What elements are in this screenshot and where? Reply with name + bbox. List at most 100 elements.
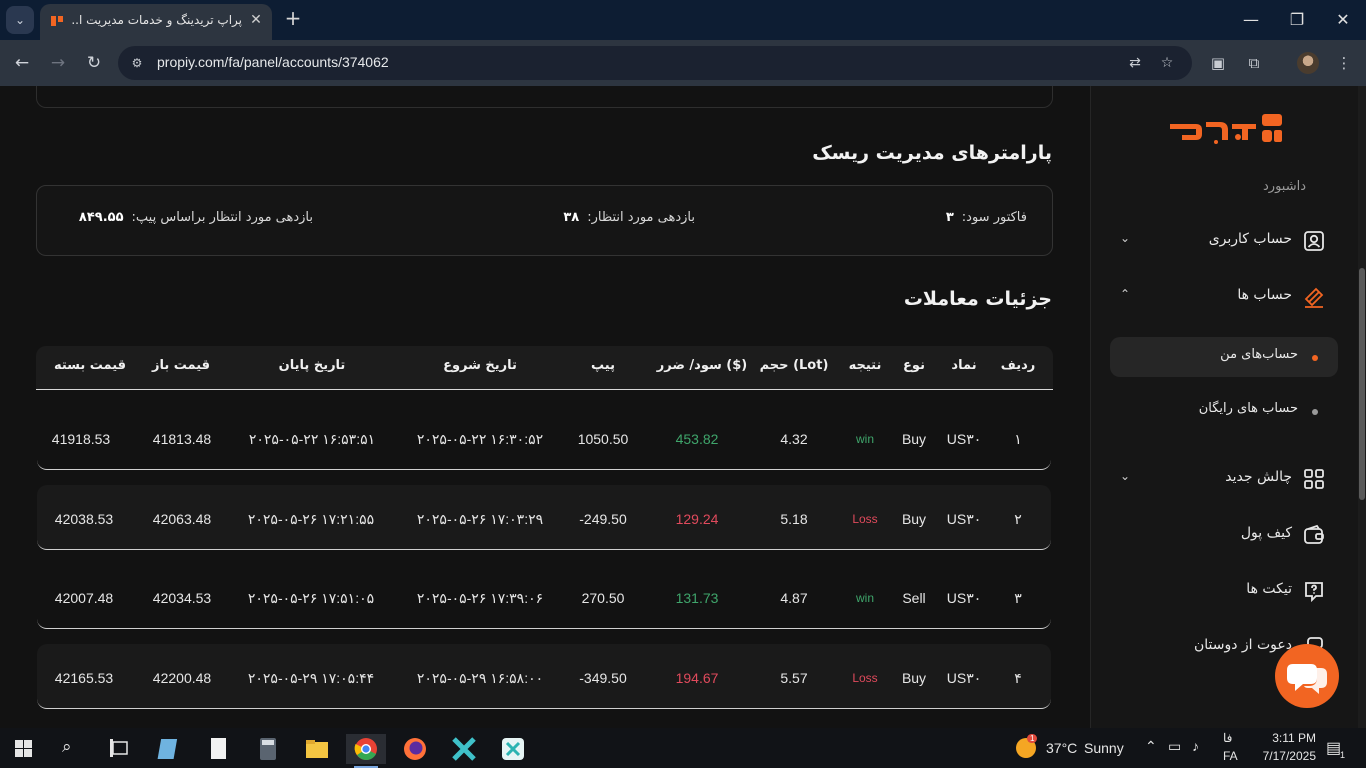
risk-profit-factor: فاکتور سود:۳ — [945, 210, 1027, 225]
risk-card: فاکتور سود:۳ بازدهی مورد انتظار:۳۸ بازده… — [36, 185, 1053, 256]
folder-icon — [306, 740, 328, 758]
browser-tab-strip: ⌄ پراپ تریدینگ و خدمات مدیریت ا... ✕ + —… — [0, 0, 1366, 40]
sidebar-item-label: حساب‌های من — [1220, 347, 1298, 362]
scrollbar-thumb[interactable] — [1359, 268, 1365, 500]
clock-date[interactable]: 7/17/2025 — [1252, 749, 1316, 763]
cell-result: win — [855, 591, 875, 605]
taskbar-app-chrome[interactable] — [346, 734, 386, 768]
ticket-icon — [1305, 582, 1323, 603]
tab-search-button[interactable]: ⌄ — [6, 6, 34, 34]
sidebar-item-accounts[interactable]: حساب ها ⌃ — [1110, 277, 1338, 317]
extensions-icon[interactable]: ⧉ — [1243, 52, 1265, 74]
page-scrollbar[interactable] — [1358, 86, 1366, 728]
taskbar-app-tool[interactable] — [444, 734, 484, 764]
close-window-button[interactable]: ✕ — [1331, 8, 1355, 32]
app-x-icon — [452, 737, 476, 761]
search-icon[interactable]: ⌕ — [62, 737, 72, 757]
bullet-dot-icon — [1312, 355, 1318, 361]
cell-index: ۳ — [1014, 590, 1022, 606]
cell-pnl: 131.73 — [675, 590, 719, 606]
cell-lot: 5.18 — [780, 511, 808, 527]
app-x2-icon — [502, 738, 524, 760]
sidebar-item-wallet[interactable]: کیف پول — [1110, 515, 1338, 555]
cell-index: ۱ — [1014, 431, 1022, 447]
bookmark-star-icon[interactable]: ☆ — [1158, 54, 1176, 72]
sidebar-item-my-accounts[interactable]: حساب‌های من — [1110, 337, 1338, 377]
task-view-icon[interactable] — [110, 739, 130, 757]
sidebar-item-new-challenge[interactable]: چالش جدید ⌄ — [1110, 459, 1338, 499]
table-row: ۴ US۳۰ Buy Loss 5.57 194.67 -349.50 ۲۰۲۵… — [37, 644, 1051, 709]
cell-close: 42038.53 — [54, 511, 114, 527]
grid-icon — [1304, 469, 1324, 489]
cell-lot: 5.57 — [780, 670, 808, 686]
language-top[interactable]: فا — [1223, 731, 1232, 745]
col-end: تاریخ پایان — [278, 358, 346, 373]
cell-lot: 4.87 — [780, 590, 808, 606]
col-symbol: نماد — [951, 358, 977, 373]
taskbar-app-x[interactable] — [493, 734, 533, 764]
taskbar-app-file-explorer[interactable] — [297, 734, 337, 764]
cell-pip: 1050.50 — [577, 431, 629, 447]
chat-support-button[interactable] — [1275, 644, 1339, 708]
notification-center-icon[interactable]: ▤ — [1326, 738, 1341, 758]
cell-end: ۲۰۲۵-۰۵-۲۹ ۱۷:۰۵:۴۴ — [247, 670, 375, 686]
url-text[interactable]: propiy.com/fa/panel/accounts/374062 — [157, 54, 389, 70]
cell-end: ۲۰۲۵-۰۵-۲۲ ۱۶:۵۳:۵۱ — [248, 431, 376, 447]
forward-button[interactable]: → — [46, 51, 70, 75]
tab-title: پراپ تریدینگ و خدمات مدیریت ا... — [72, 13, 242, 27]
network-icon[interactable]: ▭ — [1168, 738, 1181, 755]
taskbar-app-notepad[interactable] — [150, 734, 190, 764]
new-tab-button[interactable]: + — [282, 8, 304, 30]
document-icon — [211, 738, 226, 759]
col-index: ردیف — [1000, 358, 1036, 373]
minimize-button[interactable]: — — [1239, 8, 1263, 32]
table-row: ۲ US۳۰ Buy Loss 5.18 129.24 -249.50 ۲۰۲۵… — [37, 485, 1051, 550]
clock-time[interactable]: 3:11 PM — [1258, 731, 1316, 745]
cell-type: Buy — [901, 670, 927, 686]
notification-count: 1 — [1340, 750, 1346, 760]
sidebar-item-user-account[interactable]: حساب کاربری ⌄ — [1110, 221, 1338, 261]
taskbar-app-document[interactable] — [199, 734, 239, 764]
sidebar-item-free-accounts[interactable]: حساب های رایگان — [1110, 391, 1338, 431]
brand-logo[interactable] — [1166, 110, 1284, 144]
weather-temp[interactable]: 37°C — [1046, 740, 1077, 756]
risk-expected-return: بازدهی مورد انتظار:۳۸ — [563, 210, 695, 225]
chevron-down-icon: ⌄ — [1120, 469, 1131, 483]
sidebar-dashboard-label[interactable]: داشبورد — [1263, 179, 1306, 194]
chevron-up-icon[interactable]: ⌃ — [1145, 738, 1157, 755]
camera-icon[interactable]: ▣ — [1207, 52, 1229, 74]
tab-active[interactable]: پراپ تریدینگ و خدمات مدیریت ا... ✕ — [40, 4, 272, 40]
col-close: قیمت بسته — [53, 358, 127, 373]
taskbar-app-firefox[interactable] — [395, 734, 435, 764]
back-button[interactable]: ← — [10, 51, 34, 75]
cell-pnl: 129.24 — [675, 511, 719, 527]
windows-start-icon[interactable] — [15, 740, 32, 757]
trades-title: جزئیات معاملات — [903, 288, 1052, 310]
weather-desc[interactable]: Sunny — [1084, 740, 1124, 756]
reload-button[interactable]: ↻ — [82, 51, 106, 75]
address-bar[interactable]: ⚙ propiy.com/fa/panel/accounts/374062 ⇄ … — [118, 46, 1192, 80]
language-bottom[interactable]: FA — [1223, 749, 1238, 763]
profile-avatar[interactable] — [1297, 52, 1319, 74]
site-info-icon[interactable]: ⚙ — [128, 54, 146, 72]
taskbar-app-calculator[interactable] — [248, 734, 288, 764]
accounts-icon — [1304, 287, 1324, 308]
cell-close: 41918.53 — [51, 431, 111, 447]
restore-button[interactable]: ❐ — [1285, 8, 1309, 32]
page-content: پارامترهای مدیریت ریسک فاکتور سود:۳ بازد… — [0, 86, 1366, 728]
sidebar-item-label: حساب های رایگان — [1198, 401, 1298, 416]
bullet-dot-icon — [1312, 409, 1318, 415]
cell-result: win — [855, 432, 875, 446]
col-type: نوع — [903, 358, 925, 373]
close-icon[interactable]: ✕ — [246, 10, 266, 30]
cell-pip: -349.50 — [579, 670, 627, 686]
browser-toolbar: ← → ↻ ⚙ propiy.com/fa/panel/accounts/374… — [0, 40, 1366, 86]
menu-kebab-icon[interactable]: ⋮ — [1333, 52, 1355, 74]
cell-start: ۲۰۲۵-۰۵-۲۹ ۱۶:۵۸:۰۰ — [416, 670, 544, 686]
volume-icon[interactable]: ♪ — [1192, 738, 1199, 754]
trades-table-header: ردیف نماد نوع نتیجه حجم (Lot) سود/ ضرر (… — [36, 346, 1053, 390]
sidebar-item-tickets[interactable]: تیکت ها — [1110, 571, 1338, 611]
translate-icon[interactable]: ⇄ — [1126, 54, 1144, 72]
cell-start: ۲۰۲۵-۰۵-۲۶ ۱۷:۰۳:۲۹ — [416, 511, 544, 527]
site-favicon-icon — [51, 16, 63, 26]
